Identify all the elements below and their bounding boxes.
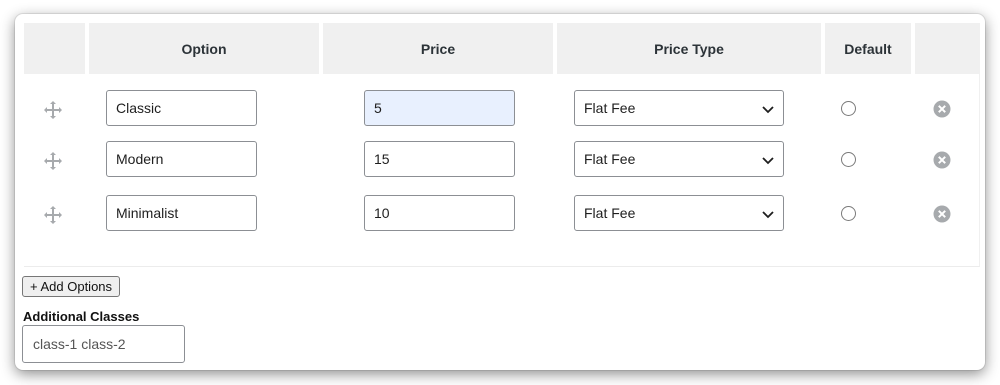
option-name-input[interactable]	[106, 141, 257, 177]
header-price: Price	[323, 23, 553, 74]
price-input[interactable]	[364, 195, 515, 231]
option-name-input[interactable]	[106, 90, 257, 126]
table-row: Flat Fee	[24, 90, 979, 130]
drag-handle-icon[interactable]	[42, 204, 64, 226]
options-table: Option Price Price Type Default Flat Fee	[24, 23, 980, 267]
options-panel: Option Price Price Type Default Flat Fee	[15, 14, 985, 370]
add-options-button[interactable]: + Add Options	[22, 276, 121, 297]
price-type-select[interactable]: Flat Fee	[574, 141, 784, 177]
remove-circle-x-icon[interactable]	[933, 205, 951, 223]
table-row: Flat Fee	[24, 141, 979, 181]
table-header: Option Price Price Type Default	[24, 23, 979, 74]
chevron-down-icon	[761, 207, 775, 221]
header-option: Option	[89, 23, 319, 74]
price-type-value: Flat Fee	[584, 100, 636, 116]
remove-circle-x-icon[interactable]	[933, 100, 951, 118]
additional-classes-input[interactable]: class-1 class-2	[22, 325, 185, 363]
price-type-select[interactable]: Flat Fee	[574, 90, 784, 126]
table-row: Flat Fee	[24, 195, 979, 235]
price-input[interactable]	[364, 90, 515, 126]
price-type-select[interactable]: Flat Fee	[574, 195, 784, 231]
default-radio[interactable]	[841, 101, 856, 116]
header-remove-col	[915, 23, 979, 74]
default-radio[interactable]	[841, 206, 856, 221]
drag-handle-icon[interactable]	[42, 150, 64, 172]
additional-classes-value: class-1 class-2	[33, 336, 126, 352]
header-default: Default	[825, 23, 911, 74]
header-drag-col	[24, 23, 85, 74]
header-price-type: Price Type	[557, 23, 821, 74]
chevron-down-icon	[761, 102, 775, 116]
additional-classes-label: Additional Classes	[23, 309, 140, 324]
price-type-value: Flat Fee	[584, 205, 636, 221]
price-type-value: Flat Fee	[584, 151, 636, 167]
chevron-down-icon	[761, 153, 775, 167]
drag-handle-icon[interactable]	[42, 99, 64, 121]
remove-circle-x-icon[interactable]	[933, 151, 951, 169]
default-radio[interactable]	[841, 152, 856, 167]
option-name-input[interactable]	[106, 195, 257, 231]
price-input[interactable]	[364, 141, 515, 177]
